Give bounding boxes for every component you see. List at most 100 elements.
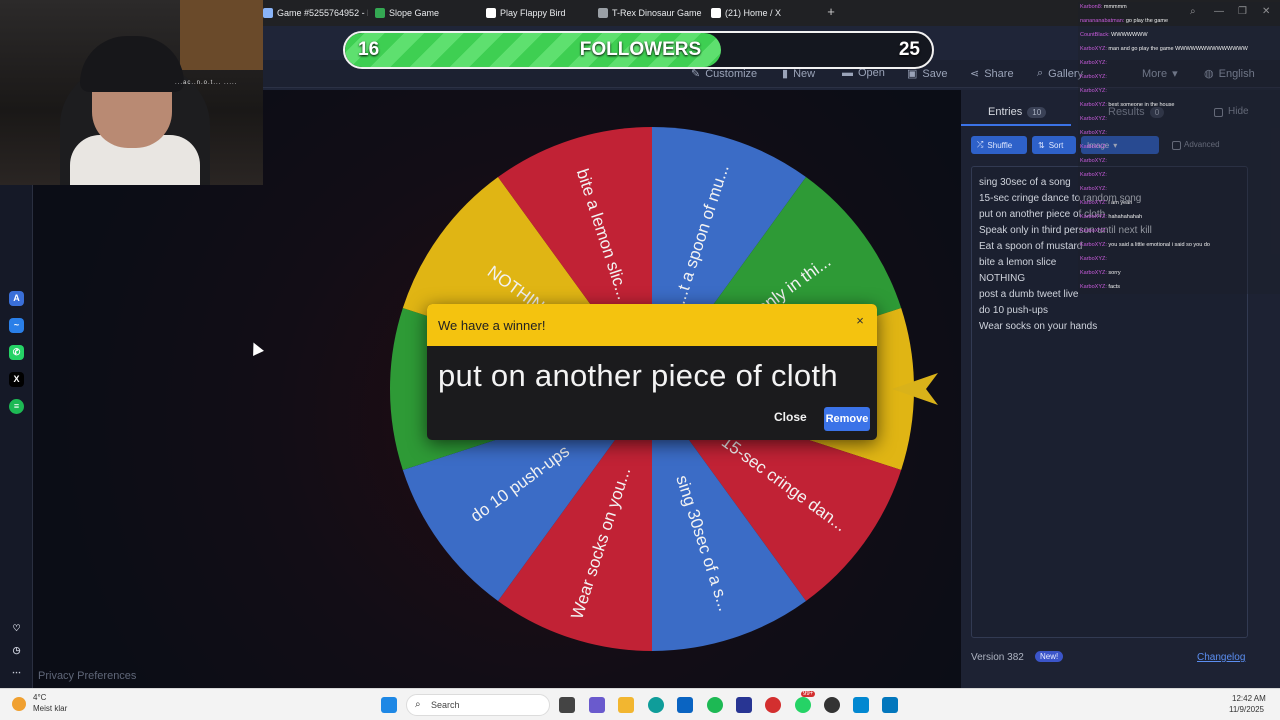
chat-text: sorry — [1106, 270, 1121, 276]
weather-temp: 4°C — [33, 693, 47, 702]
chat-username: CountBlack: — [1080, 32, 1110, 38]
chat-username: KarboXYZ: — [1080, 270, 1107, 276]
screen: Game #5255764952 - Min Slope Game Play F… — [0, 0, 1280, 720]
winner-text: put on another piece of cloth — [438, 358, 838, 393]
clock-date: 11/9/2025 — [1229, 705, 1264, 714]
weather-desc: Meist klar — [33, 704, 68, 713]
chat-username: KarboXYZ: — [1080, 242, 1107, 248]
chat-message: KarboXYZ: — [1080, 228, 1107, 234]
sort-label: Sort — [1048, 140, 1064, 150]
chat-message: KarboXYZ: — [1080, 60, 1107, 66]
chat-text: you said a little emotional i said so yo… — [1106, 242, 1210, 248]
chat-username: KarboXYZ: — [1080, 46, 1107, 52]
chat-username: KarboXYZ: — [1080, 158, 1107, 164]
outlook-icon[interactable] — [677, 697, 693, 713]
teams-icon[interactable] — [589, 697, 605, 713]
close-icon[interactable]: × — [853, 314, 867, 328]
spotify-taskbar-icon[interactable] — [707, 697, 723, 713]
shuffle-icon: ⤮ — [977, 140, 984, 149]
chat-username: KarboXYZ: — [1080, 256, 1107, 262]
active-tab-indicator — [961, 124, 1071, 126]
chat-message: KarboXYZ: — [1080, 172, 1107, 178]
chat-message: KarboXYZ: man and go play the game WWWWW… — [1080, 46, 1248, 52]
chat-username: KarboXYZ: — [1080, 186, 1107, 192]
chat-username: KarboXYZ: — [1080, 116, 1107, 122]
windows-start-icon[interactable] — [381, 697, 397, 713]
version-text: Version 382 — [971, 652, 1024, 663]
search-icon: ⌕ — [415, 699, 421, 710]
chat-text: mmmmm — [1102, 4, 1127, 10]
clock-time: 12:42 AM — [1232, 694, 1266, 703]
chat-username: Karbon8: — [1080, 4, 1103, 10]
chat-message: KarboXYZ: — [1080, 158, 1107, 164]
entry-line: sing 30sec of a song — [979, 177, 1071, 188]
taskbar-search[interactable]: ⌕ Search — [406, 694, 550, 716]
weather-icon[interactable] — [12, 697, 26, 711]
chat-text: man and go play the game WWWWWWWWWWWWWW — [1106, 46, 1248, 52]
chat-message: KarboXYZ: — [1080, 88, 1107, 94]
entries-tab-label: Entries — [988, 106, 1023, 118]
chat-username: KarboXYZ: — [1080, 228, 1107, 234]
l-app-icon[interactable] — [736, 697, 752, 713]
entries-count-badge: 10 — [1027, 106, 1047, 118]
chat-message: KarboXYZ: i am yeah — [1080, 200, 1132, 206]
chat-message: KarboXYZ: — [1080, 130, 1107, 136]
entry-line: do 10 push-ups — [979, 305, 1048, 316]
entry-line: NOTHING — [979, 273, 1026, 284]
obs-icon[interactable] — [824, 697, 840, 713]
search-placeholder: Search — [431, 700, 460, 710]
chat-message: nanananabatman: go play the game — [1080, 18, 1168, 24]
chat-username: KarboXYZ: — [1080, 74, 1107, 80]
changelog-link[interactable]: Changelog — [1197, 652, 1245, 663]
chat-username: KarboXYZ: — [1080, 200, 1107, 206]
chat-message: KarboXYZ: — [1080, 186, 1107, 192]
winner-dialog: We have a winner! × put on another piece… — [427, 304, 877, 440]
chat-username: KarboXYZ: — [1080, 60, 1107, 66]
chat-text: go play the game — [1124, 18, 1169, 24]
chat-message: Karbon8: mmmmm — [1080, 4, 1127, 10]
sort-button[interactable]: ⇅ Sort — [1032, 136, 1076, 154]
chat-message: KarboXYZ: facts — [1080, 284, 1120, 290]
chat-username: KarboXYZ: — [1080, 88, 1107, 94]
shuffle-button[interactable]: ⤮ Shuffle — [971, 136, 1027, 154]
entry-line: post a dumb tweet live — [979, 289, 1079, 300]
chat-message: KarboXYZ: — [1080, 256, 1107, 262]
chat-username: KarboXYZ: — [1080, 130, 1107, 136]
chat-text: best someone in the house — [1106, 102, 1175, 108]
remove-button[interactable]: Remove — [824, 407, 870, 431]
chat-username: KarboXYZ: — [1080, 172, 1107, 178]
chat-username: KarboXYZ: — [1080, 102, 1107, 108]
chat-username: KarboXYZ: — [1080, 144, 1107, 150]
edge-icon[interactable] — [648, 697, 664, 713]
chat-message: KarboXYZ: you said a little emotional i … — [1080, 242, 1210, 248]
chat-username: nanananabatman: — [1080, 18, 1125, 24]
whatsapp-taskbar-icon[interactable] — [795, 697, 811, 713]
new-badge: New! — [1035, 651, 1064, 662]
notepad-icon[interactable] — [853, 697, 869, 713]
app-icon[interactable] — [882, 697, 898, 713]
entry-line: Wear socks on your hands — [979, 321, 1098, 332]
sort-icon: ⇅ — [1038, 140, 1045, 150]
chat-username: KarboXYZ: — [1080, 214, 1107, 220]
file-explorer-icon[interactable] — [618, 697, 634, 713]
entry-line: Eat a spoon of mustard — [979, 241, 1083, 252]
tab-entries[interactable]: Entries 10 — [988, 106, 1047, 118]
close-button[interactable]: Close — [774, 410, 807, 424]
dialog-title: We have a winner! — [438, 318, 546, 333]
chat-message: CountBlack: WWWWWWW — [1080, 32, 1148, 38]
chat-text: i am yeah — [1106, 200, 1133, 206]
chat-text: facts — [1106, 284, 1121, 290]
chat-message: KarboXYZ: sorry — [1080, 270, 1121, 276]
task-view-icon[interactable] — [559, 697, 575, 713]
chat-message: KarboXYZ: hahahahahah — [1080, 214, 1142, 220]
chat-text: WWWWWWW — [1109, 32, 1148, 38]
chat-message: KarboXYZ: — [1080, 116, 1107, 122]
chat-message: KarboXYZ: — [1080, 144, 1107, 150]
chat-message: KarboXYZ: — [1080, 74, 1107, 80]
stream-chat-overlay: Karbon8: mmmmm nanananabatman: go play th… — [1078, 2, 1280, 294]
chat-text: hahahahahah — [1106, 214, 1143, 220]
notification-badge: 99+ — [801, 691, 816, 697]
entry-line: bite a lemon slice — [979, 257, 1057, 268]
opera-icon[interactable] — [765, 697, 781, 713]
chat-message: KarboXYZ: best someone in the house — [1080, 102, 1174, 108]
